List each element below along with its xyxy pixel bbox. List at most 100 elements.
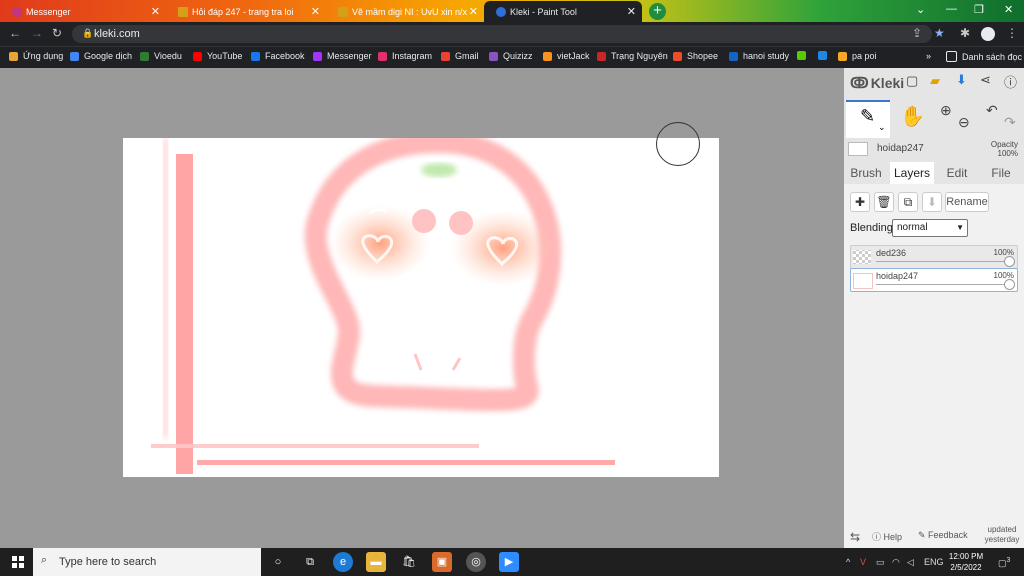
bookmark-item[interactable]: hanoi study bbox=[729, 51, 789, 61]
cortana-icon[interactable]: ○ bbox=[268, 552, 288, 572]
opacity-readout[interactable]: Opacity 100% bbox=[991, 140, 1018, 158]
wifi-icon[interactable]: ◠ bbox=[892, 557, 900, 568]
bookmark-item[interactable]: Google dịch bbox=[70, 51, 132, 61]
tab-search-icon[interactable]: ⌄ bbox=[916, 3, 925, 16]
download-icon[interactable]: ⬇ bbox=[956, 72, 967, 88]
layer-opacity-handle[interactable] bbox=[1004, 279, 1015, 290]
close-window-icon[interactable]: ✕ bbox=[1004, 3, 1013, 16]
bookmark-item[interactable]: pa poi bbox=[838, 51, 877, 61]
close-icon[interactable]: ✕ bbox=[469, 5, 478, 18]
profile-avatar[interactable] bbox=[981, 27, 995, 41]
bookmark-item[interactable] bbox=[818, 51, 832, 60]
help-circle-icon[interactable]: ⓘ bbox=[1004, 72, 1017, 91]
share-icon[interactable]: ⋖ bbox=[980, 72, 991, 88]
layer-opacity-handle[interactable] bbox=[1004, 256, 1015, 267]
tab-file[interactable]: File bbox=[980, 162, 1022, 184]
layer-item[interactable]: hoidap247 100% bbox=[850, 268, 1018, 292]
task-view-icon[interactable]: ⧉ bbox=[300, 552, 320, 572]
notifications-icon[interactable]: ▢3 bbox=[998, 557, 1010, 569]
close-icon[interactable]: ✕ bbox=[311, 5, 320, 18]
antivirus-icon[interactable]: V bbox=[860, 557, 866, 567]
forward-arrow-icon[interactable]: → bbox=[31, 26, 43, 40]
tab-brush[interactable]: Brush bbox=[844, 162, 888, 184]
bookmarks-more-button[interactable]: » bbox=[926, 51, 931, 61]
omnibox[interactable]: 🔒 kleki.com bbox=[72, 25, 932, 43]
share-icon[interactable]: ⇪ bbox=[912, 26, 922, 40]
bookmark-item[interactable]: Quizizz bbox=[489, 51, 533, 61]
chevron-up-icon[interactable]: ^ bbox=[846, 557, 850, 567]
layer-opacity-slider[interactable] bbox=[876, 284, 1009, 285]
zoom-out-icon[interactable]: ⊖ bbox=[958, 114, 970, 131]
new-tab-button[interactable]: + bbox=[649, 3, 666, 20]
tab-hoidap247[interactable]: Hỏi đáp 247 - trang tra loi ✕ bbox=[166, 1, 326, 22]
tab-messenger[interactable]: Messenger ✕ bbox=[0, 1, 166, 22]
merge-down-button[interactable]: ⬇ bbox=[922, 192, 942, 212]
layer-thumbnail bbox=[853, 250, 871, 264]
layer-opacity-slider[interactable] bbox=[876, 261, 1009, 262]
store-icon[interactable]: 🛍 bbox=[399, 552, 419, 572]
tab-kleki[interactable]: Kleki - Paint Tool ✕ bbox=[484, 1, 642, 22]
trash-icon: 🗑 bbox=[876, 195, 892, 209]
bookmark-item[interactable]: vietJack bbox=[543, 51, 590, 61]
extensions-icon[interactable]: ✱ bbox=[960, 26, 970, 40]
kleki-logo: ↂ Kleki bbox=[850, 75, 905, 92]
tab-edit[interactable]: Edit bbox=[936, 162, 978, 184]
brush-tool-button[interactable]: ✎ ⌄ bbox=[846, 100, 890, 138]
url-text[interactable]: kleki.com bbox=[94, 28, 140, 40]
bookmark-icon bbox=[818, 51, 827, 60]
bookmark-item[interactable]: Gmail bbox=[441, 51, 479, 61]
file-explorer-icon[interactable]: ▬ bbox=[366, 552, 386, 572]
redo-icon[interactable]: ↷ bbox=[1004, 114, 1016, 131]
open-folder-icon[interactable]: ▰ bbox=[930, 73, 940, 89]
bookmark-item[interactable]: YouTube bbox=[193, 51, 242, 61]
blending-select[interactable]: normal ▼ bbox=[892, 219, 968, 237]
new-image-icon[interactable]: ▢ bbox=[906, 73, 918, 89]
minimize-icon[interactable]: — bbox=[946, 3, 957, 15]
tab-layers[interactable]: Layers bbox=[890, 162, 934, 184]
undo-icon[interactable]: ↶ bbox=[986, 102, 998, 119]
menu-kebab-icon[interactable]: ⋮ bbox=[1006, 26, 1018, 40]
bookmark-item[interactable]: Messenger bbox=[313, 51, 372, 61]
close-icon[interactable]: ✕ bbox=[151, 5, 160, 18]
language-indicator[interactable]: ENG bbox=[924, 557, 944, 567]
edge-icon[interactable]: e bbox=[333, 552, 353, 572]
bookmark-item[interactable]: Ứng dụng bbox=[9, 51, 63, 61]
reading-list-button[interactable]: Danh sách đọc bbox=[946, 51, 1022, 62]
drawing-canvas[interactable] bbox=[123, 138, 719, 477]
volume-icon[interactable]: ◁ bbox=[907, 557, 914, 568]
bookmark-item[interactable] bbox=[797, 51, 811, 60]
feedback-link[interactable]: ✎ Feedback bbox=[918, 530, 968, 541]
battery-icon[interactable]: ▭ bbox=[876, 557, 885, 568]
help-link[interactable]: ⓘ Help bbox=[872, 530, 902, 543]
layer-item[interactable]: ded236 100% bbox=[850, 245, 1018, 269]
bookmark-item[interactable]: Shopee bbox=[673, 51, 718, 61]
hand-icon[interactable]: ✋ bbox=[900, 104, 925, 129]
tab-ve-mam[interactable]: Vẽ mầm digi NI : UvU xin n/x o ; ✕ bbox=[326, 1, 484, 22]
bookmark-item[interactable]: Trạng Nguyên bbox=[597, 51, 668, 61]
swap-icon[interactable]: ⇆ bbox=[850, 530, 860, 544]
zoom-app-icon[interactable]: ▶ bbox=[499, 552, 519, 572]
current-layer-preview bbox=[848, 142, 868, 156]
current-layer-name: hoidap247 bbox=[877, 143, 924, 154]
duplicate-layer-button[interactable]: ⧉ bbox=[898, 192, 918, 212]
blending-label: Blending bbox=[850, 222, 893, 234]
clock[interactable]: 12:00 PM 2/5/2022 bbox=[944, 551, 988, 573]
back-arrow-icon[interactable]: ← bbox=[9, 26, 21, 40]
close-icon[interactable]: ✕ bbox=[627, 5, 636, 18]
zoom-in-icon[interactable]: ⊕ bbox=[940, 102, 952, 119]
bookmark-item[interactable]: Instagram bbox=[378, 51, 432, 61]
restore-icon[interactable]: ❐ bbox=[974, 3, 984, 16]
taskbar-search[interactable]: ⌕ Type here to search bbox=[33, 548, 261, 576]
rename-button[interactable]: Rename bbox=[945, 192, 989, 212]
bookmark-icon bbox=[489, 51, 498, 61]
app-icon[interactable]: ▣ bbox=[432, 552, 452, 572]
bookmark-item[interactable]: Vioedu bbox=[140, 51, 182, 61]
chrome-icon[interactable]: ◎ bbox=[466, 552, 486, 572]
reload-icon[interactable]: ↻ bbox=[52, 26, 62, 40]
add-layer-button[interactable]: ✚ bbox=[850, 192, 870, 212]
windows-start-icon[interactable] bbox=[12, 556, 24, 568]
bookmark-item[interactable]: Facebook bbox=[251, 51, 305, 61]
delete-layer-button[interactable]: 🗑 bbox=[874, 192, 894, 212]
bookmark-icon bbox=[70, 51, 79, 61]
bookmark-star-icon[interactable]: ★ bbox=[934, 26, 945, 40]
